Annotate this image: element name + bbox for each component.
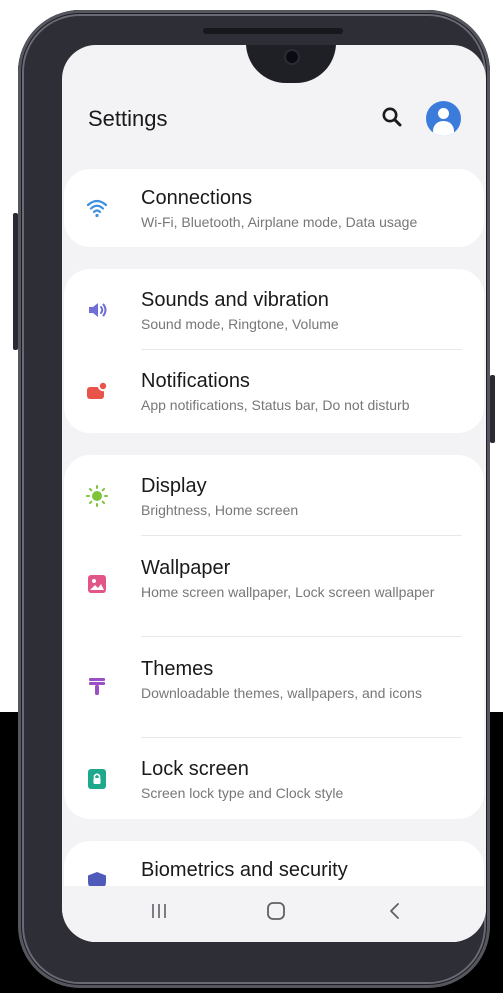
setting-title: Themes: [141, 658, 214, 680]
setting-item-display[interactable]: Display Brightness, Home screen: [64, 455, 484, 535]
paintbrush-icon: [89, 678, 105, 695]
setting-title: Biometrics and security: [141, 859, 348, 881]
settings-card-display: Display Brightness, Home screen Wallpape…: [64, 455, 484, 819]
setting-item-sounds[interactable]: Sounds and vibration Sound mode, Rington…: [64, 269, 484, 349]
notch: [246, 45, 336, 83]
home-button[interactable]: [256, 896, 296, 926]
settings-card-sounds: Sounds and vibration Sound mode, Rington…: [64, 269, 484, 433]
recent-apps-button[interactable]: [139, 896, 179, 926]
setting-title: Display: [141, 475, 207, 497]
search-button[interactable]: [378, 103, 406, 131]
recent-apps-icon: [152, 904, 166, 918]
speaker-icon: [89, 303, 107, 317]
setting-subtitle: App notifications, Status bar, Do not di…: [141, 397, 410, 413]
power-button: [490, 375, 495, 443]
phone-frame: Settings Connections Wi-Fi, Bluetooth, A…: [18, 10, 490, 988]
setting-title: Lock screen: [141, 758, 249, 780]
back-icon: [390, 903, 399, 919]
setting-title: Notifications: [141, 370, 250, 392]
wifi-icon: [86, 199, 108, 218]
stage: Settings Connections Wi-Fi, Bluetooth, A…: [0, 0, 503, 993]
setting-title: Wallpaper: [141, 557, 231, 579]
home-icon: [267, 902, 285, 920]
setting-subtitle: Brightness, Home screen: [141, 502, 299, 518]
setting-title: Connections: [141, 187, 253, 209]
phone-screen: Settings Connections Wi-Fi, Bluetooth, A…: [62, 45, 486, 942]
page-title: Settings: [88, 106, 168, 131]
settings-card-connections: Connections Wi-Fi, Bluetooth, Airplane m…: [64, 169, 484, 247]
setting-subtitle: Downloadable themes, wallpapers, and ico…: [141, 685, 422, 701]
image-icon: [88, 575, 106, 593]
setting-item-themes[interactable]: Themes Downloadable themes, wallpapers, …: [64, 637, 484, 737]
back-button[interactable]: [375, 896, 415, 926]
setting-item-connections[interactable]: Connections Wi-Fi, Bluetooth, Airplane m…: [64, 169, 484, 247]
setting-subtitle: Home screen wallpaper, Lock screen wallp…: [141, 584, 435, 600]
setting-item-wallpaper[interactable]: Wallpaper Home screen wallpaper, Lock sc…: [64, 536, 484, 636]
setting-subtitle: Wi-Fi, Bluetooth, Airplane mode, Data us…: [141, 214, 418, 230]
lock-icon: [88, 769, 106, 789]
setting-subtitle: Screen lock type and Clock style: [141, 785, 344, 801]
notification-icon: [87, 380, 108, 399]
setting-subtitle: Sound mode, Ringtone, Volume: [141, 316, 339, 332]
earpiece-speaker: [203, 28, 343, 34]
profile-button[interactable]: [426, 101, 461, 136]
navigation-bar: [62, 886, 486, 942]
front-camera: [286, 51, 298, 63]
setting-item-lock-screen[interactable]: Lock screen Screen lock type and Clock s…: [64, 738, 484, 819]
setting-title: Sounds and vibration: [141, 289, 329, 311]
search-icon: [382, 107, 402, 127]
sun-icon: [86, 485, 108, 507]
setting-item-notifications[interactable]: Notifications App notifications, Status …: [64, 350, 484, 433]
